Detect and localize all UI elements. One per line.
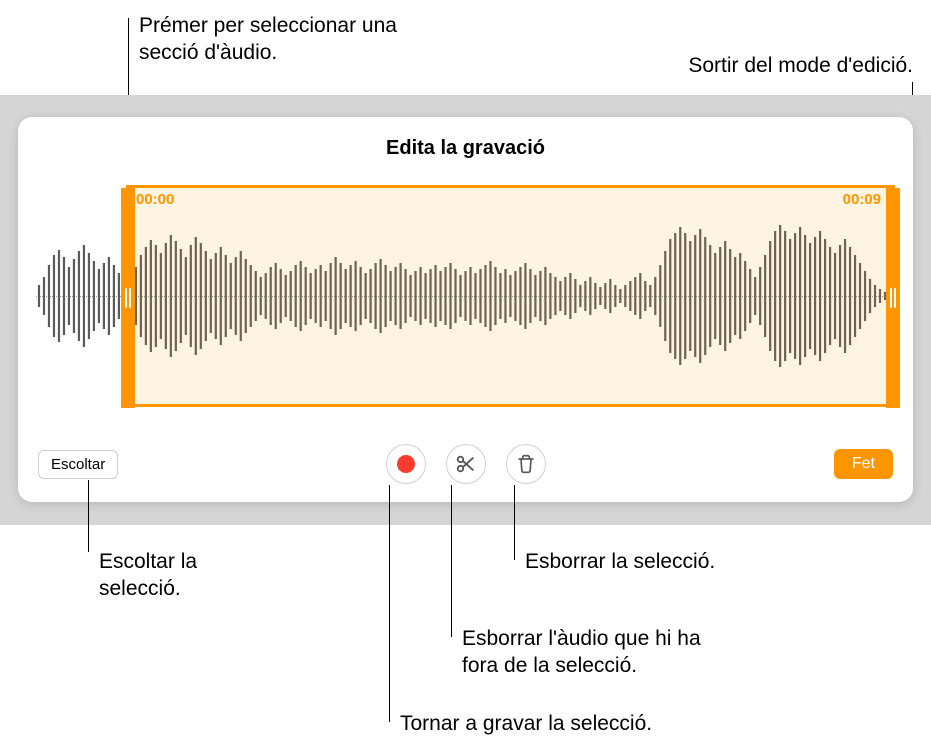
callout-trim: Esborrar l'àudio que hi ha fora de la se… [462,625,742,680]
selection-handle-left[interactable] [121,188,135,408]
listen-button[interactable]: Escoltar [38,450,118,479]
edit-panel: Edita la gravació 00:00 00:09 Escolta [18,117,913,502]
grip-icon [890,288,896,308]
selection-frame[interactable] [126,185,895,407]
scissors-icon [455,453,477,475]
callout-select-section: Prémer per seleccionar una secció d'àudi… [139,12,439,67]
panel-title: Edita la gravació [18,117,913,160]
record-button[interactable] [386,444,426,484]
selection-handle-right[interactable] [886,188,900,408]
waveform-area[interactable]: 00:00 00:09 [36,185,895,407]
callout-listen: Escoltar la selecció. [99,548,279,603]
toolbar: Escoltar Fet [18,444,913,484]
callout-rerecord: Tornar a gravar la selecció. [400,710,652,737]
center-buttons [386,444,546,484]
callout-line [88,480,89,552]
time-start-label: 00:00 [136,191,174,208]
callout-line [389,485,390,722]
trim-button[interactable] [446,444,486,484]
done-button[interactable]: Fet [834,449,893,479]
delete-button[interactable] [506,444,546,484]
grip-icon [125,288,131,308]
callout-line [451,485,452,637]
callout-exit-mode: Sortir del mode d'edició. [688,52,913,79]
record-icon [397,455,415,473]
callout-line [514,485,515,560]
callout-delete: Esborrar la selecció. [525,548,715,575]
time-end-label: 00:09 [843,191,881,208]
trash-icon [516,453,536,475]
